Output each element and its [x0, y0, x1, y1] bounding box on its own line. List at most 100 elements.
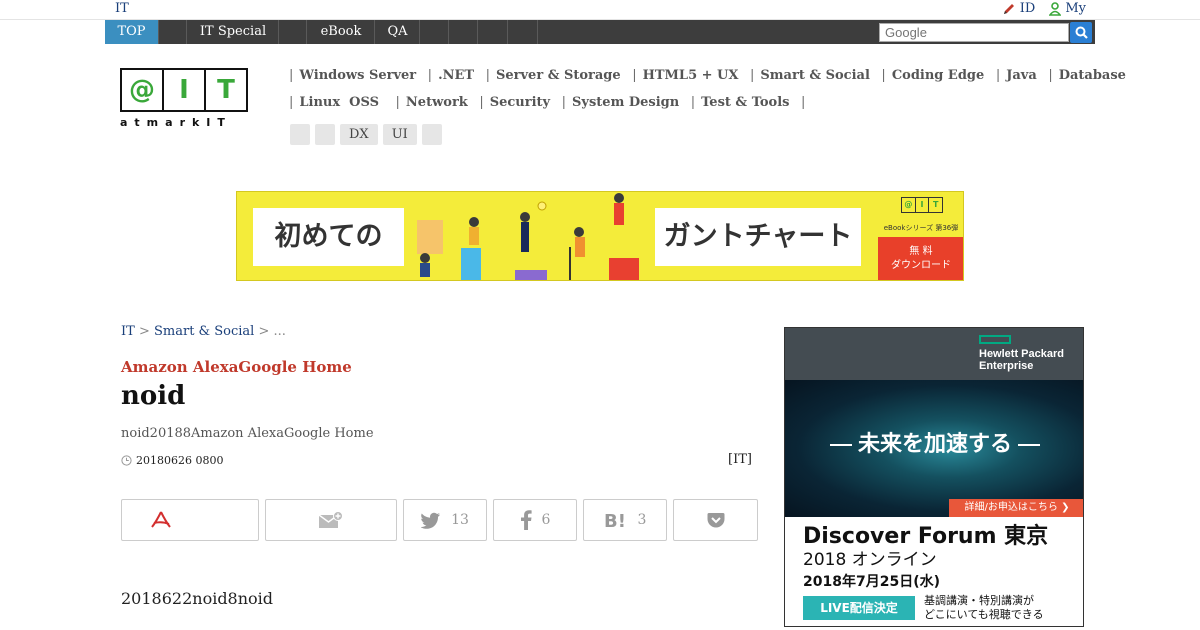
ad-hero-image: 未来を加速する 詳細/お申込はこちら ❯: [785, 380, 1083, 517]
chip-blank-1[interactable]: [290, 124, 310, 145]
ad-brand-line1: Hewlett Packard: [979, 348, 1064, 360]
category-smart-social[interactable]: Smart & Social: [760, 68, 869, 83]
id-link[interactable]: ID: [1002, 1, 1036, 16]
article-date: 20180626 0800: [121, 454, 223, 467]
ad-header: Hewlett Packard Enterprise: [785, 328, 1083, 380]
id-label: ID: [1019, 1, 1036, 16]
category-nav-row-2: | Linux OSS | Network | Security | System De…: [289, 95, 806, 110]
pencil-icon: [1003, 3, 1014, 14]
ad-brand-line2: Enterprise: [979, 360, 1034, 372]
hpe-logo-icon: [979, 335, 1011, 344]
logo-letter: I: [164, 70, 206, 110]
my-link[interactable]: My: [1049, 1, 1086, 16]
add-to-mail-button[interactable]: [265, 499, 397, 541]
banner-mini-logo: @ I T: [901, 197, 943, 213]
category-server-storage[interactable]: Server & Storage: [496, 68, 621, 83]
mail-add-icon: [318, 511, 343, 528]
tab-blank-1[interactable]: [160, 20, 187, 44]
ad-event-edition: 2018 オンライン: [803, 550, 937, 570]
banner-series-text: eBookシリーズ 第36弾: [883, 224, 959, 232]
category-coding-edge[interactable]: Coding Edge: [892, 68, 984, 83]
tab-blank-6[interactable]: [509, 20, 538, 44]
ad-apply-link[interactable]: 詳細/お申込はこちら ❯: [949, 499, 1083, 517]
top-utility-bar: IT ID My: [0, 0, 1200, 20]
logo-mark: @ I T: [120, 68, 248, 112]
banner-cta-line1: 無 料: [909, 246, 933, 257]
category-linux-oss[interactable]: Linux OSS: [299, 95, 379, 110]
tab-blank-2[interactable]: [280, 20, 307, 44]
ebook-banner-ad[interactable]: 初めての ガントチャート @ I T eBookシリーズ 第36弾 無 料 ダウ…: [236, 191, 964, 281]
mini-logo-letter: T: [932, 200, 939, 209]
tab-it-special[interactable]: IT Special: [188, 20, 279, 44]
ad-note-line2: どこにいても視聴できる: [924, 608, 1044, 621]
breadcrumb-section[interactable]: Smart & Social: [154, 324, 254, 339]
article-kicker: Amazon AlexaGoogle Home: [121, 358, 352, 376]
svg-text:B!: B!: [604, 511, 626, 529]
article-body-text: 2018622noid8noid: [121, 589, 274, 608]
sub-category-chips: DX UI: [290, 124, 442, 145]
chip-ui[interactable]: UI: [382, 124, 417, 145]
logo-subtitle: atmarkIT: [120, 116, 232, 129]
ad-event-date: 2018年7月25日(水): [803, 574, 940, 590]
category-system-design[interactable]: System Design: [572, 95, 679, 110]
twitter-icon: [421, 512, 441, 529]
mini-logo-letter: @: [902, 198, 916, 212]
tab-blank-3[interactable]: [421, 20, 449, 44]
site-logo[interactable]: @ I T atmarkIT: [120, 68, 251, 129]
tab-blank-5[interactable]: [479, 20, 508, 44]
ad-live-badge: LIVE配信決定: [803, 596, 915, 620]
hatena-count: 3: [637, 512, 647, 528]
category-test-tools[interactable]: Test & Tools: [701, 95, 789, 110]
hpe-side-ad[interactable]: Hewlett Packard Enterprise 未来を加速する 詳細/お申…: [784, 327, 1084, 627]
ad-brand: Hewlett Packard Enterprise: [979, 348, 1064, 372]
user-utility: ID My: [1002, 1, 1086, 16]
search-button[interactable]: [1070, 22, 1092, 43]
breadcrumb: IT > Smart & Social > ...: [121, 324, 286, 339]
chip-dx[interactable]: DX: [340, 124, 378, 145]
breadcrumb-separator: >: [258, 324, 270, 339]
article-date-text: 20180626 0800: [136, 454, 224, 467]
ad-tagline-text: 未来を加速する: [857, 432, 1012, 457]
article-source: [IT]: [728, 452, 752, 467]
logo-letter: T: [217, 75, 235, 105]
ad-note: 基調講演・特別講演が どこにいても視聴できる: [924, 594, 1044, 622]
category-java[interactable]: Java: [1006, 68, 1037, 83]
user-icon: [1049, 1, 1062, 16]
banner-download-cta[interactable]: 無 料 ダウンロード: [878, 237, 963, 280]
category-windows-server[interactable]: Windows Server: [299, 68, 416, 83]
ad-note-line1: 基調講演・特別講演が: [924, 594, 1034, 607]
tab-ebook[interactable]: eBook: [308, 20, 375, 44]
category-dotnet[interactable]: .NET: [438, 68, 474, 83]
twitter-share-button[interactable]: 13: [403, 499, 487, 541]
mini-logo-letter: I: [916, 198, 930, 212]
clock-icon: [121, 455, 132, 466]
my-label: My: [1065, 1, 1086, 16]
pdf-icon: [151, 511, 171, 528]
pdf-button[interactable]: [121, 499, 259, 541]
site-link[interactable]: IT: [115, 1, 129, 16]
search-input[interactable]: [879, 23, 1069, 42]
breadcrumb-current: ...: [273, 324, 286, 339]
category-security[interactable]: Security: [490, 95, 550, 110]
logo-letter: @: [122, 70, 164, 110]
tab-blank-4[interactable]: [450, 20, 478, 44]
article-lead: noid20188Amazon AlexaGoogle Home: [121, 426, 374, 441]
category-database[interactable]: Database: [1059, 68, 1126, 83]
hatena-bookmark-icon: B!: [604, 511, 626, 529]
category-network[interactable]: Network: [406, 95, 468, 110]
search-icon: [1075, 26, 1088, 39]
twitter-count: 13: [451, 512, 469, 528]
chip-blank-3[interactable]: [421, 124, 442, 145]
article-title: noid: [121, 381, 186, 411]
breadcrumb-home[interactable]: IT: [121, 324, 135, 339]
banner-illustration: [417, 193, 639, 280]
pocket-button[interactable]: [673, 499, 758, 541]
tab-top[interactable]: TOP: [105, 20, 159, 44]
category-html5-ux[interactable]: HTML5 + UX: [643, 68, 739, 83]
facebook-icon: [520, 510, 532, 530]
tab-qa[interactable]: QA: [376, 20, 420, 44]
chip-blank-2[interactable]: [315, 124, 335, 145]
facebook-share-button[interactable]: 6: [493, 499, 577, 541]
banner-side-panel: @ I T eBookシリーズ 第36弾 無 料 ダウンロード: [878, 192, 963, 280]
hatena-bookmark-button[interactable]: B! 3: [583, 499, 667, 541]
